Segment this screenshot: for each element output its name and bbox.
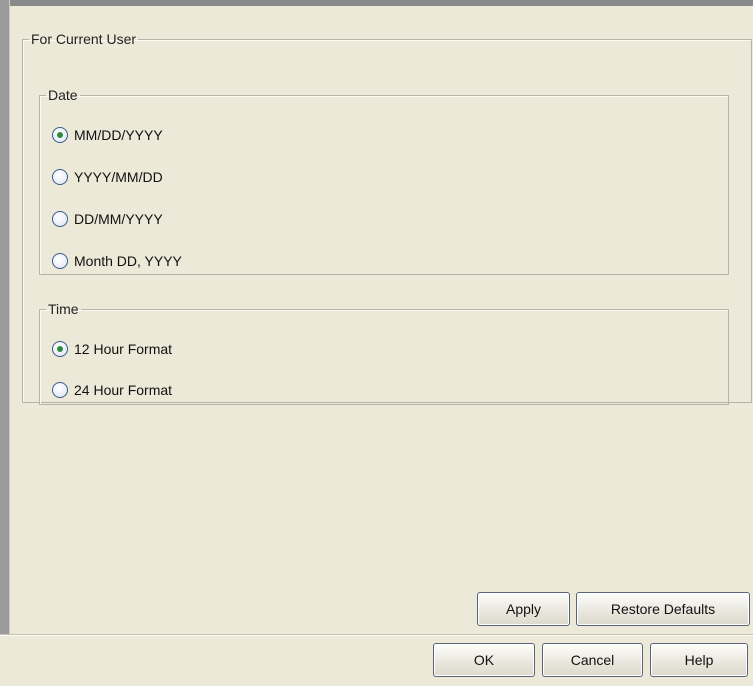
radio-button-selected[interactable] xyxy=(52,127,68,143)
radio-label: 24 Hour Format xyxy=(74,382,173,398)
window-left-border xyxy=(0,0,10,636)
ok-button[interactable]: OK xyxy=(433,643,535,677)
time-format-group: Time 12 Hour Format 24 Hour Format xyxy=(39,301,729,405)
time-option-24-hour[interactable]: 24 Hour Format xyxy=(52,380,172,400)
date-legend: Date xyxy=(48,87,78,103)
radio-button[interactable] xyxy=(52,169,68,185)
radio-label: Month DD, YYYY xyxy=(74,253,182,269)
radio-button[interactable] xyxy=(52,211,68,227)
date-option-yyyymmdd[interactable]: YYYY/MM/DD xyxy=(52,167,163,187)
apply-button[interactable]: Apply xyxy=(477,592,570,626)
radio-button[interactable] xyxy=(52,382,68,398)
dialog-footer: OK Cancel Help xyxy=(0,636,753,686)
cancel-button[interactable]: Cancel xyxy=(542,643,643,677)
content-area: For Current User Date MM/DD/YYYY YYYY/MM… xyxy=(10,6,753,634)
radio-label: 12 Hour Format xyxy=(74,341,173,357)
date-format-group: Date MM/DD/YYYY YYYY/MM/DD DD/MM/YYYY Mo… xyxy=(39,87,729,275)
radio-button[interactable] xyxy=(52,253,68,269)
radio-label: MM/DD/YYYY xyxy=(74,127,163,143)
current-user-legend: For Current User xyxy=(31,31,137,47)
time-option-12-hour[interactable]: 12 Hour Format xyxy=(52,339,172,359)
date-option-ddmmyyyy[interactable]: DD/MM/YYYY xyxy=(52,209,163,229)
radio-label: YYYY/MM/DD xyxy=(74,169,163,185)
current-user-group: For Current User Date MM/DD/YYYY YYYY/MM… xyxy=(22,31,752,405)
help-button[interactable]: Help xyxy=(650,643,748,677)
time-legend: Time xyxy=(48,301,79,317)
radio-label: DD/MM/YYYY xyxy=(74,211,163,227)
date-option-month-dd-yyyy[interactable]: Month DD, YYYY xyxy=(52,251,182,271)
date-option-mmddyyyy[interactable]: MM/DD/YYYY xyxy=(52,125,163,145)
preferences-dialog: For Current User Date MM/DD/YYYY YYYY/MM… xyxy=(0,0,753,686)
radio-button-selected[interactable] xyxy=(52,341,68,357)
restore-defaults-button[interactable]: Restore Defaults xyxy=(576,592,750,626)
